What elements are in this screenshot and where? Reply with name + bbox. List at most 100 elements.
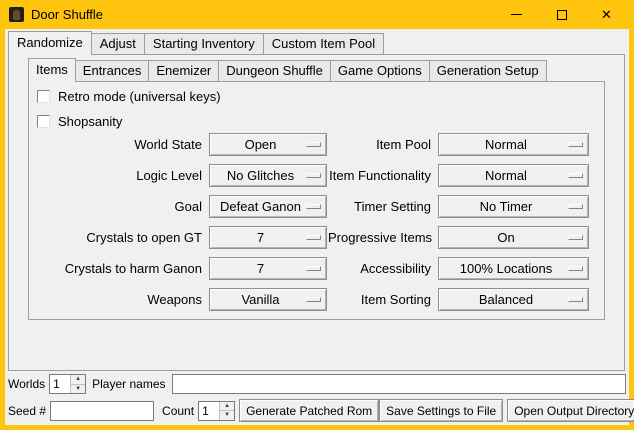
progressive-items-label: Progressive Items	[328, 230, 438, 245]
option-row: Item Functionality Normal	[328, 160, 589, 191]
spin-down-icon: ▼	[75, 386, 81, 392]
minimize-button[interactable]	[494, 0, 539, 29]
item-functionality-label: Item Functionality	[328, 168, 438, 183]
shopsanity-label: Shopsanity	[58, 114, 122, 129]
tab-game-options[interactable]: Game Options	[330, 60, 430, 81]
option-row: Crystals to harm Ganon 7	[49, 253, 327, 284]
minimize-icon	[511, 14, 522, 15]
option-row: Progressive Items On	[328, 222, 589, 253]
spin-up-button[interactable]: ▲	[220, 402, 234, 411]
client-area: Retro mode (universal keys) Shopsanity W…	[5, 29, 629, 425]
logic-level-dropdown[interactable]: No Glitches	[209, 164, 327, 187]
accessibility-label: Accessibility	[328, 261, 438, 276]
close-icon: ✕	[601, 7, 612, 23]
save-settings-button[interactable]: Save Settings to File	[379, 399, 503, 422]
item-sorting-dropdown[interactable]: Balanced	[438, 288, 589, 311]
goal-label: Goal	[49, 199, 209, 214]
player-names-label: Player names	[92, 377, 165, 391]
randomize-panel: Retro mode (universal keys) Shopsanity W…	[8, 54, 625, 371]
tab-randomize[interactable]: Randomize	[8, 31, 92, 55]
spin-up-icon: ▲	[224, 403, 230, 409]
dropdown-indicator-icon	[568, 297, 583, 302]
tab-adjust[interactable]: Adjust	[91, 33, 145, 54]
dropdown-indicator-icon	[568, 266, 583, 271]
open-output-directory-button[interactable]: Open Output Directory	[507, 399, 634, 422]
dropdown-indicator-icon	[306, 266, 321, 271]
titlebar: Door Shuffle ✕	[0, 0, 634, 29]
tab-items[interactable]: Items	[28, 58, 76, 82]
dropdown-indicator-icon	[306, 297, 321, 302]
maximize-button[interactable]	[539, 0, 584, 29]
count-input[interactable]	[199, 402, 219, 420]
dropdown-indicator-icon	[306, 204, 321, 209]
timer-setting-dropdown[interactable]: No Timer	[438, 195, 589, 218]
spin-down-button[interactable]: ▼	[220, 410, 234, 420]
world-state-dropdown[interactable]: Open	[209, 133, 327, 156]
option-row: World State Open	[49, 129, 327, 160]
spin-up-icon: ▲	[75, 376, 81, 382]
dropdown-indicator-icon	[568, 235, 583, 240]
tab-generation-setup[interactable]: Generation Setup	[429, 60, 547, 81]
option-row: Timer Setting No Timer	[328, 191, 589, 222]
count-label: Count	[162, 404, 194, 418]
retro-mode-label: Retro mode (universal keys)	[58, 89, 221, 104]
worlds-row: Worlds ▲ ▼ Player names	[8, 373, 626, 395]
worlds-spinner-buttons: ▲ ▼	[70, 375, 85, 393]
spin-up-button[interactable]: ▲	[71, 375, 85, 384]
count-spinner: ▲ ▼	[198, 401, 235, 421]
logic-level-label: Logic Level	[49, 168, 209, 183]
accessibility-dropdown[interactable]: 100% Locations	[438, 257, 589, 280]
close-button[interactable]: ✕	[584, 0, 629, 29]
tab-custom-item-pool[interactable]: Custom Item Pool	[263, 33, 384, 54]
dropdown-indicator-icon	[568, 173, 583, 178]
shopsanity-checkbox[interactable]	[37, 115, 50, 128]
main-tab-bar: Randomize Adjust Starting Inventory Cust…	[8, 31, 383, 55]
app-icon[interactable]	[9, 7, 24, 22]
option-row: Goal Defeat Ganon	[49, 191, 327, 222]
spin-down-button[interactable]: ▼	[71, 384, 85, 394]
weapons-label: Weapons	[49, 292, 209, 307]
tab-dungeon-shuffle[interactable]: Dungeon Shuffle	[218, 60, 331, 81]
option-row: Item Sorting Balanced	[328, 284, 589, 315]
sub-tab-bar: Items Entrances Enemizer Dungeon Shuffle…	[28, 58, 546, 82]
generate-patched-rom-button[interactable]: Generate Patched Rom	[239, 399, 379, 422]
seed-row: Seed # Count ▲ ▼ Generate Patched Rom Sa…	[8, 399, 626, 422]
option-row: Accessibility 100% Locations	[328, 253, 589, 284]
dropdown-indicator-icon	[568, 142, 583, 147]
options-column-left: World State Open Logic Level No Glitches	[49, 129, 327, 315]
item-sorting-label: Item Sorting	[328, 292, 438, 307]
world-state-label: World State	[49, 137, 209, 152]
item-functionality-dropdown[interactable]: Normal	[438, 164, 589, 187]
item-pool-label: Item Pool	[328, 137, 438, 152]
tab-starting-inventory[interactable]: Starting Inventory	[144, 33, 264, 54]
worlds-input[interactable]	[50, 375, 70, 393]
tab-enemizer[interactable]: Enemizer	[148, 60, 219, 81]
dropdown-indicator-icon	[306, 173, 321, 178]
option-row: Weapons Vanilla	[49, 284, 327, 315]
progressive-items-dropdown[interactable]: On	[438, 226, 589, 249]
crystals-open-gt-label: Crystals to open GT	[49, 230, 209, 245]
player-names-input[interactable]	[172, 374, 627, 394]
weapons-dropdown[interactable]: Vanilla	[209, 288, 327, 311]
worlds-spinner: ▲ ▼	[49, 374, 86, 394]
shopsanity-checkbox-row: Shopsanity	[37, 113, 122, 129]
option-row: Crystals to open GT 7	[49, 222, 327, 253]
item-pool-dropdown[interactable]: Normal	[438, 133, 589, 156]
items-panel: Retro mode (universal keys) Shopsanity W…	[28, 81, 605, 320]
dropdown-indicator-icon	[568, 204, 583, 209]
retro-mode-checkbox[interactable]	[37, 90, 50, 103]
seed-input[interactable]	[50, 401, 154, 421]
tab-entrances[interactable]: Entrances	[75, 60, 150, 81]
worlds-label: Worlds	[8, 377, 45, 391]
options-column-right: Item Pool Normal Item Functionality Norm…	[328, 129, 589, 315]
count-spinner-buttons: ▲ ▼	[219, 402, 234, 420]
option-row: Item Pool Normal	[328, 129, 589, 160]
goal-dropdown[interactable]: Defeat Ganon	[209, 195, 327, 218]
dropdown-indicator-icon	[306, 142, 321, 147]
window-controls: ✕	[494, 0, 629, 29]
crystals-harm-ganon-dropdown[interactable]: 7	[209, 257, 327, 280]
crystals-open-gt-dropdown[interactable]: 7	[209, 226, 327, 249]
timer-setting-label: Timer Setting	[328, 199, 438, 214]
dropdown-indicator-icon	[306, 235, 321, 240]
window-title: Door Shuffle	[31, 7, 103, 22]
